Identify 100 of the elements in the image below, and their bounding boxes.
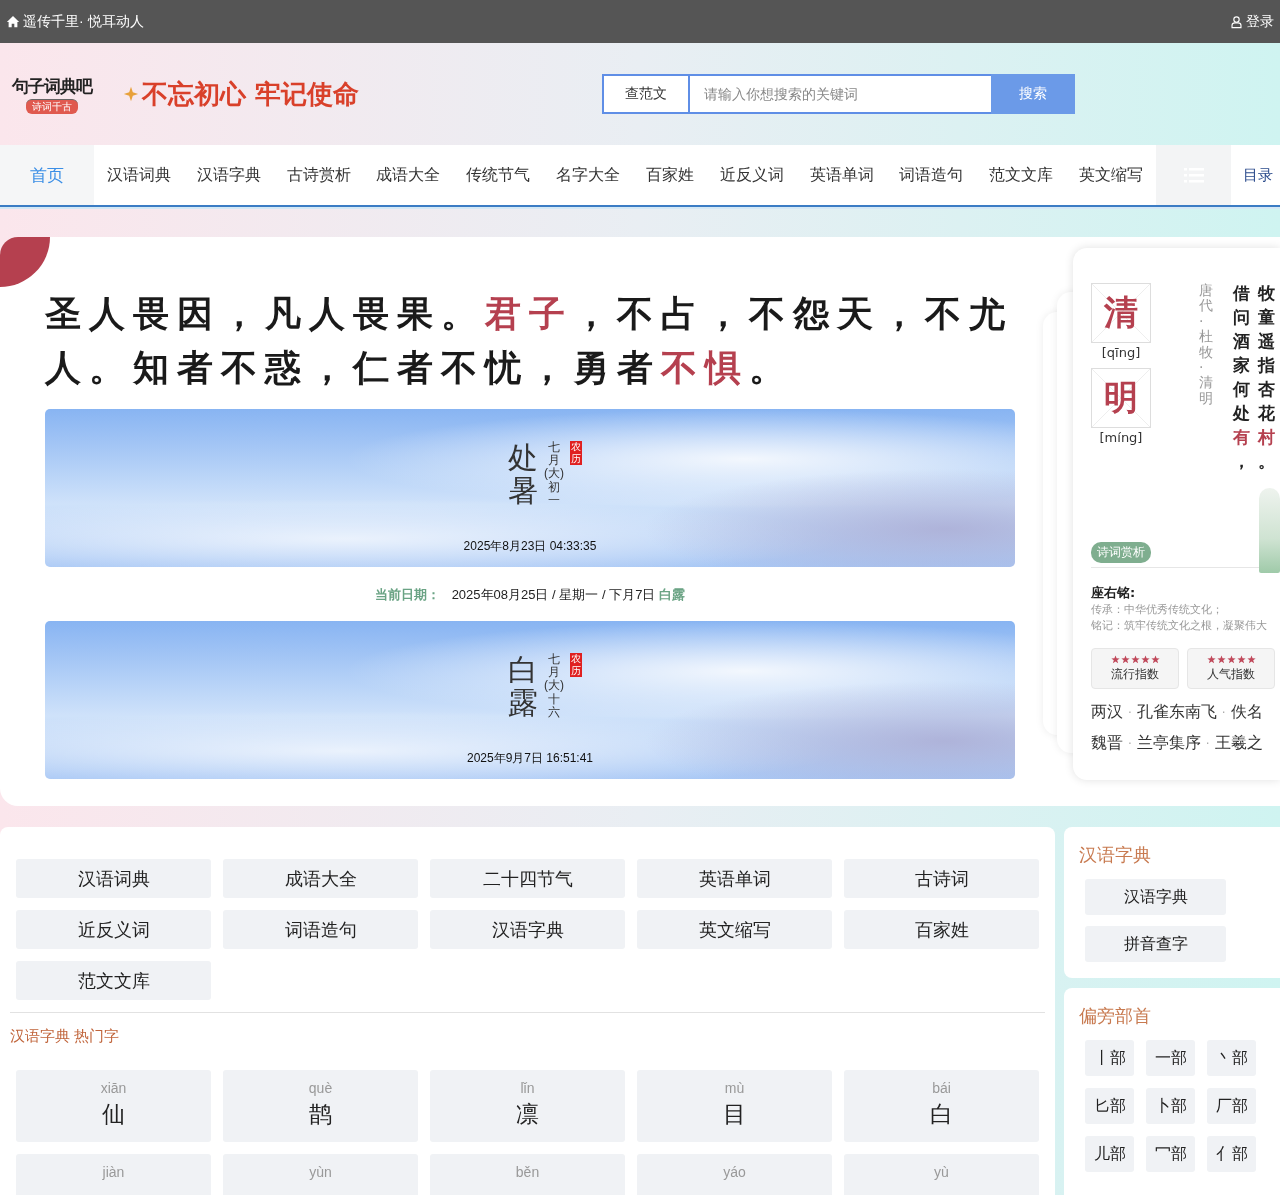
character-card[interactable]: què 鹊	[223, 1070, 418, 1142]
radical-link[interactable]: 厂部	[1207, 1088, 1256, 1124]
category-link[interactable]: 二十四节气	[430, 859, 625, 898]
solar-term-time: 2025年8月23日 04:33:35	[463, 538, 597, 555]
home-icon	[6, 14, 20, 29]
radical-link[interactable]: 亻部	[1207, 1136, 1256, 1172]
poem-link[interactable]: 兰亭集序	[1136, 733, 1201, 752]
radical-link[interactable]: 丨部	[1085, 1040, 1134, 1076]
radical-link[interactable]: 匕部	[1085, 1088, 1134, 1124]
character-card[interactable]: mù 目	[637, 1070, 832, 1142]
pinyin-text: běn	[515, 1164, 540, 1180]
logo-tagline: 诗词千古	[26, 98, 78, 114]
site-logo[interactable]: 句子词典吧 诗词千古	[8, 74, 96, 114]
pinyin-text: mù	[724, 1080, 745, 1096]
lunar-date: 七月(大)初一	[543, 441, 565, 507]
star-icon	[1110, 654, 1120, 664]
category-link[interactable]: 英语单词	[637, 859, 832, 898]
radical-link[interactable]: 丶部	[1207, 1040, 1256, 1076]
rating-label: 流行指数	[1111, 665, 1159, 683]
separator-dot: ·	[1128, 706, 1132, 720]
dictionary-link[interactable]: 拼音查字	[1085, 926, 1226, 962]
character-text: 白	[930, 1100, 953, 1129]
star-icon	[1236, 654, 1246, 664]
date-text: 2025年08月25日 / 星期一 / 下月7日	[451, 586, 656, 604]
category-link[interactable]: 成语大全	[223, 859, 418, 898]
pinyin-text: què	[308, 1080, 333, 1096]
pinyin-text: [qīng]	[1100, 345, 1142, 360]
section-title: 汉语字典	[1079, 844, 1152, 867]
nav-link[interactable]: 英语单词	[806, 145, 877, 205]
radical-link[interactable]: 冖部	[1146, 1136, 1195, 1172]
star-icon	[1140, 654, 1150, 664]
star-icon	[1216, 654, 1226, 664]
radical-link[interactable]: 卜部	[1146, 1088, 1195, 1124]
dictionary-link[interactable]: 汉语字典	[1085, 879, 1226, 915]
directory-link[interactable]: 目录	[1243, 145, 1273, 205]
rating-label: 人气指数	[1207, 665, 1255, 683]
pinyin-text: xiān	[100, 1080, 127, 1096]
slogan-text: 不忘初心 牢记使命	[142, 77, 360, 111]
character-text: 鹊	[309, 1100, 332, 1129]
section-title: 偏旁部首	[1079, 1005, 1152, 1028]
dynasty-text: 两汉	[1091, 702, 1123, 721]
lunar-badge: 农历	[570, 441, 583, 465]
nav-link[interactable]: 百家姓	[642, 145, 697, 205]
nav-link[interactable]: 范文文库	[986, 145, 1057, 205]
star-icon	[1206, 654, 1216, 664]
category-link[interactable]: 词语造句	[223, 910, 418, 949]
nav-link[interactable]: 汉语词典	[103, 145, 174, 205]
nav-link[interactable]: 词语造句	[896, 145, 967, 205]
character-box: 明	[1091, 368, 1151, 428]
character-text: 凛	[516, 1100, 539, 1129]
character-card[interactable]: xiān 仙	[16, 1070, 211, 1142]
solar-term-name: 处暑	[507, 441, 538, 507]
category-link[interactable]: 范文文库	[16, 961, 211, 1000]
character-card[interactable]: lǐn 凛	[430, 1070, 625, 1142]
motto-line: 铭记：筑牢传统文化之根，凝聚伟大	[1091, 618, 1268, 634]
lunar-date: 七月(大)十六	[543, 653, 565, 719]
poem-link[interactable]: 孔雀东南飞	[1136, 702, 1217, 721]
category-link[interactable]: 汉语词典	[16, 859, 211, 898]
separator-dot: ·	[1221, 706, 1226, 720]
nav-link[interactable]: 名字大全	[553, 145, 624, 205]
nav-link[interactable]: 汉语字典	[193, 145, 264, 205]
lunar-badge: 农历	[570, 653, 583, 677]
motto-title: 座右铭:	[1091, 584, 1137, 602]
pinyin-text: yùn	[309, 1164, 332, 1180]
poem-line: 借问酒家何处 有 ，	[1233, 282, 1250, 473]
quote-text: 圣人畏因，凡人畏果。君子，不占，不怨天，不尤人。知者不惑，仁者不忧，勇者 不惧。	[45, 292, 1014, 390]
radical-link[interactable]: 儿部	[1085, 1136, 1134, 1172]
radical-link[interactable]: 一部	[1146, 1040, 1195, 1076]
poem-source: 唐代·杜牧·清明	[1199, 283, 1213, 407]
separator-dot: ·	[1205, 737, 1210, 751]
nav-link[interactable]: 古诗赏析	[283, 145, 354, 205]
nav-link[interactable]: 英文缩写	[1076, 145, 1146, 205]
nav-link[interactable]: 近反义词	[716, 145, 787, 205]
star-icon	[1246, 654, 1256, 664]
poem-line: 牧童遥指杏花 村 。	[1258, 282, 1275, 473]
pinyin-text: jiàn	[102, 1164, 125, 1180]
character-text: 仙	[102, 1100, 125, 1129]
solar-term-name: 白露	[507, 653, 538, 719]
nav-link[interactable]: 成语大全	[373, 145, 444, 205]
dynasty-text: 魏晋	[1091, 733, 1123, 752]
character-card[interactable]: bái 白	[844, 1070, 1039, 1142]
user-icon	[1230, 14, 1243, 29]
pinyin-text: yáo	[723, 1164, 746, 1180]
category-link[interactable]: 近反义词	[16, 910, 211, 949]
motto-line: 传承：中华优秀传统文化；	[1091, 602, 1224, 618]
login-link[interactable]: 登录	[1230, 12, 1274, 31]
nav-link[interactable]: 传统节气	[463, 145, 534, 205]
separator-dot: ·	[1128, 737, 1132, 751]
site-motto: 遥传千里· 悦耳动人	[23, 12, 144, 31]
star-icon	[1150, 654, 1160, 664]
character-box: 清	[1091, 283, 1151, 343]
category-link[interactable]: 汉语字典	[430, 910, 625, 949]
solar-term-time: 2025年9月7日 16:51:41	[466, 750, 594, 767]
category-link[interactable]: 英文缩写	[637, 910, 832, 949]
section-title: 汉语字典 热门字	[10, 1027, 121, 1046]
author-text: 佚名	[1230, 702, 1263, 721]
star-icon	[1130, 654, 1140, 664]
category-link[interactable]: 百家姓	[844, 910, 1039, 949]
category-link[interactable]: 古诗词	[844, 859, 1039, 898]
character-text: 目	[723, 1100, 746, 1129]
